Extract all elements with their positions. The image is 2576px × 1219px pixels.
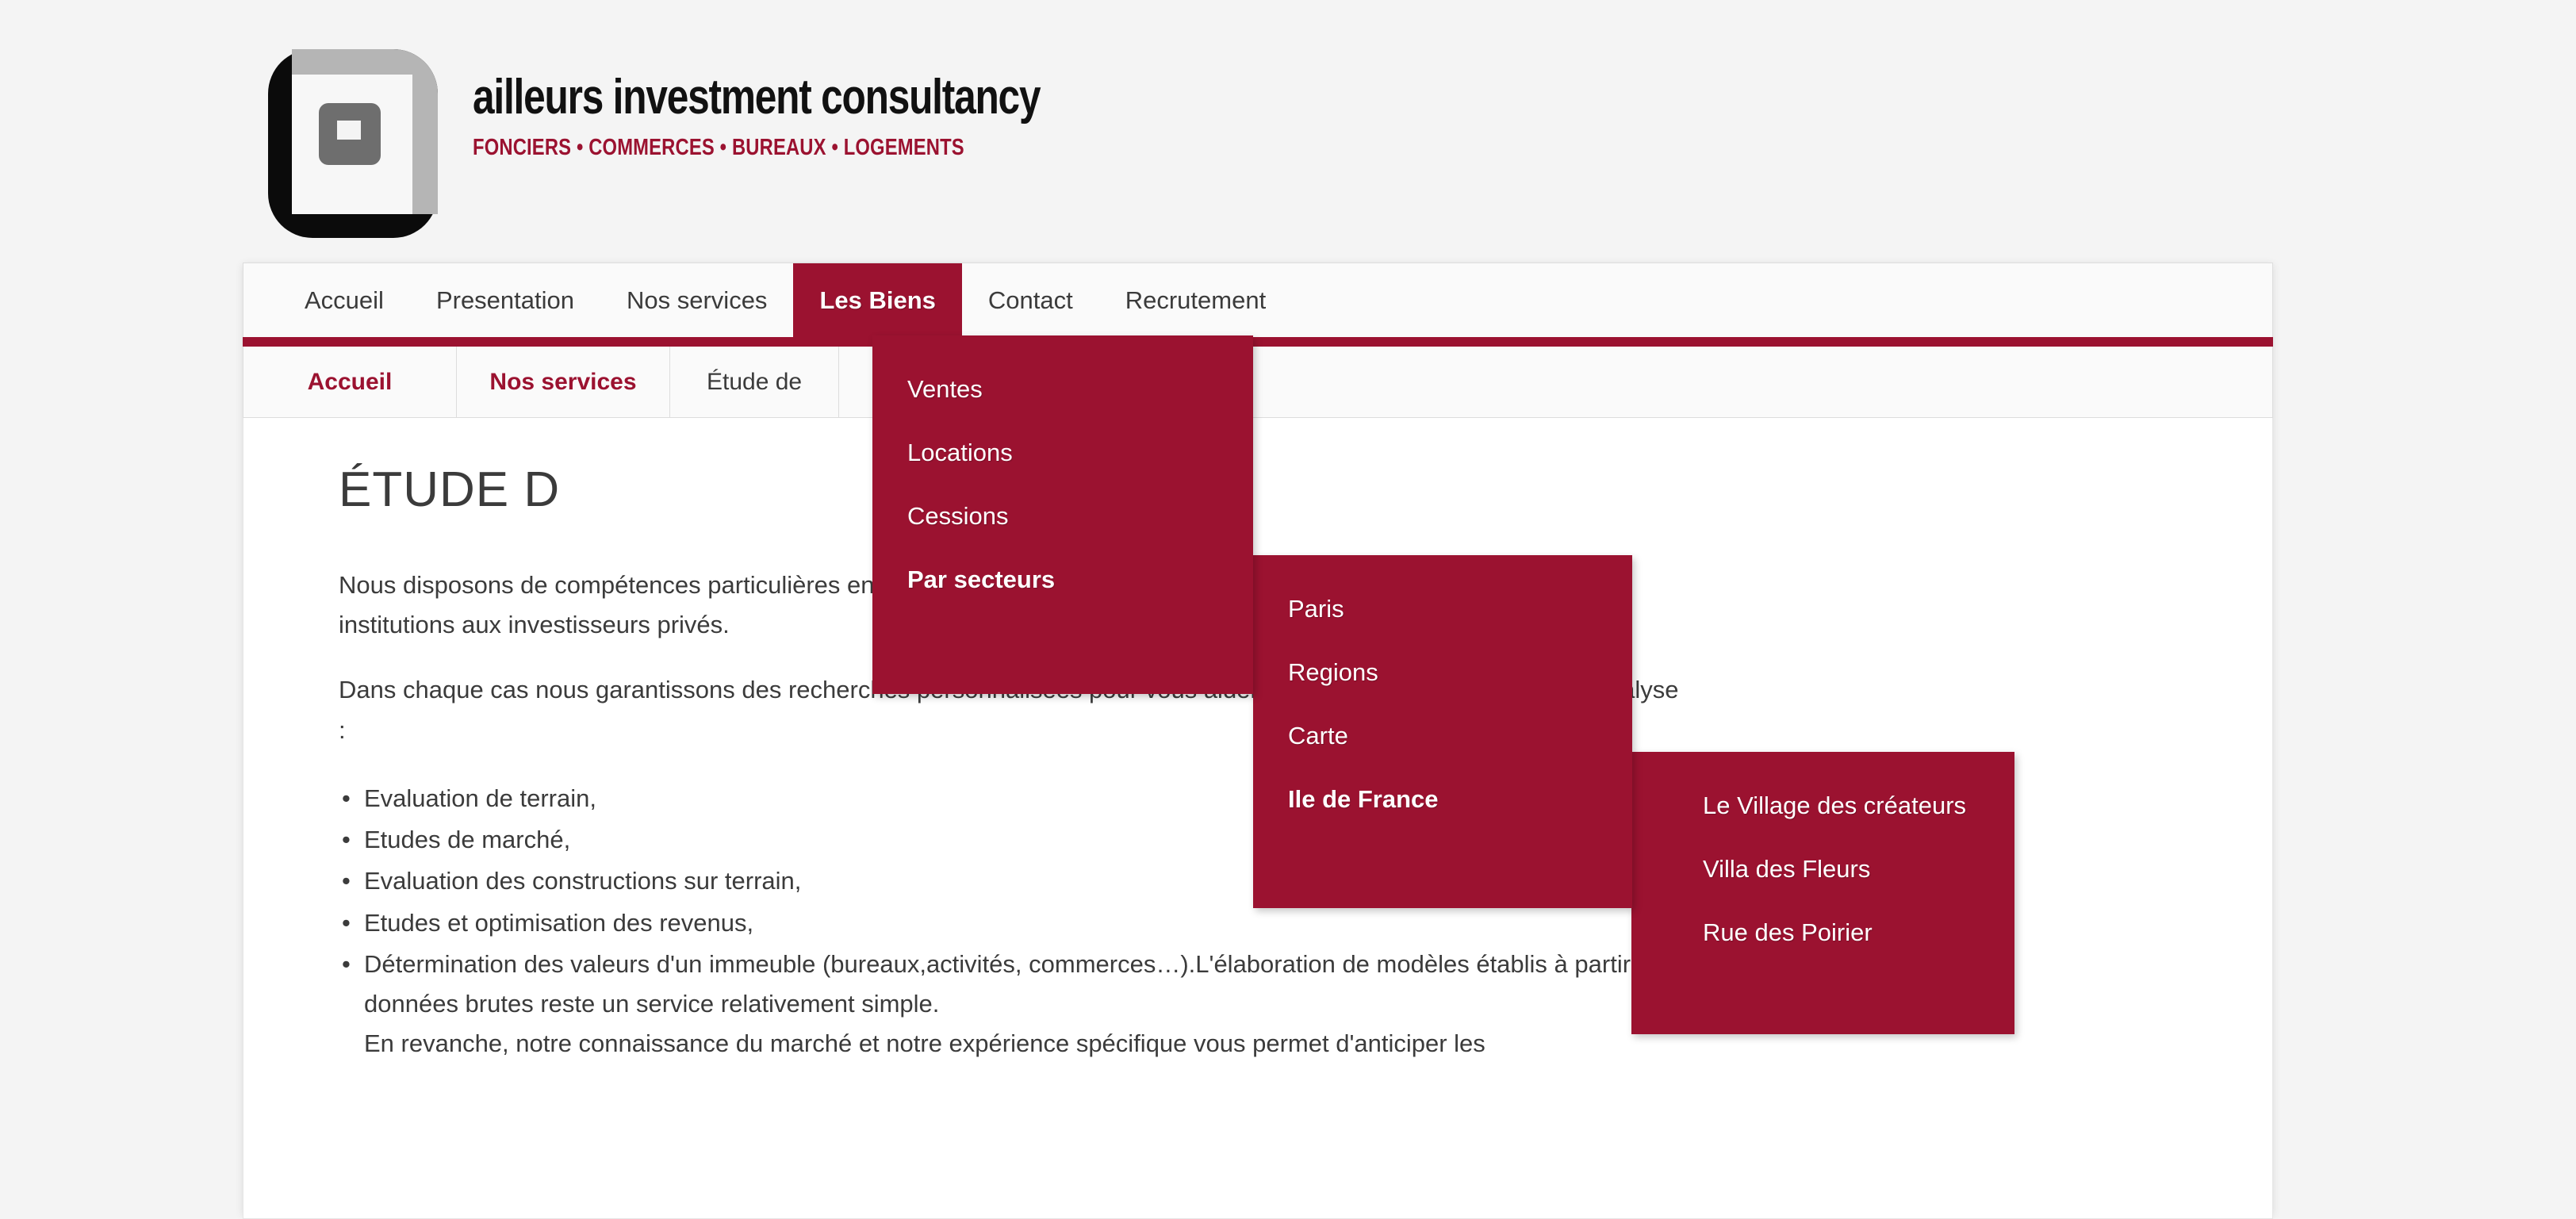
brand-name: ailleurs investment consultancy [473, 70, 1041, 125]
dropdown-item-cessions[interactable]: Cessions [872, 485, 1253, 548]
brand-text-block: ailleurs investment consultancy FONCIERS… [473, 73, 1345, 161]
nav-item-les-biens[interactable]: Les Biens [793, 263, 962, 337]
dropdown-item-ventes[interactable]: Ventes [872, 358, 1253, 421]
nav-item-recrutement[interactable]: Recrutement [1099, 263, 1292, 337]
logo-mark-icon [255, 40, 450, 242]
breadcrumb-item-current: Étude de [670, 347, 840, 417]
list-item-text: Evaluation de terrain, [364, 784, 596, 812]
list-item-text: Détermination des valeurs d'un immeuble … [364, 949, 1666, 1018]
dropdown-les-biens: Ventes Locations Cessions Par secteurs [872, 335, 1253, 694]
breadcrumb-item-nos-services[interactable]: Nos services [457, 347, 670, 417]
site-header: ailleurs investment consultancy FONCIERS… [243, 27, 1353, 241]
dropdown-item-carte[interactable]: Carte [1253, 704, 1632, 768]
dropdown-item-villa-des-fleurs[interactable]: Villa des Fleurs [1631, 838, 2014, 901]
breadcrumb: Accueil Nos services Étude de [243, 347, 2273, 418]
list-item-text: Etudes de marché, [364, 826, 571, 854]
page-title: ÉTUDE D [339, 462, 561, 517]
dropdown-item-par-secteurs[interactable]: Par secteurs [872, 548, 1253, 611]
primary-navigation: Accueil Presentation Nos services Les Bi… [243, 263, 2273, 337]
nav-item-accueil[interactable]: Accueil [278, 263, 410, 337]
list-item-text: Etudes et optimisation des revenus, [364, 908, 754, 937]
list-item-text: Evaluation des constructions sur terrain… [364, 867, 802, 895]
logo-core-white-shape [337, 121, 361, 140]
nav-item-nos-services[interactable]: Nos services [600, 263, 793, 337]
breadcrumb-item-accueil[interactable]: Accueil [243, 347, 457, 417]
dropdown-item-locations[interactable]: Locations [872, 421, 1253, 485]
dropdown-item-rue-des-poirier[interactable]: Rue des Poirier [1631, 901, 2014, 964]
list-item-subtext: En revanche, notre connaissance du march… [364, 1029, 1485, 1058]
nav-item-contact[interactable]: Contact [962, 263, 1099, 337]
dropdown-ile-de-france: Le Village des créateurs Villa des Fleur… [1631, 752, 2014, 1034]
list-item: Détermination des valeurs d'un immeuble … [339, 945, 1760, 1064]
dropdown-item-le-village-des-createurs[interactable]: Le Village des créateurs [1631, 774, 2014, 838]
dropdown-item-regions[interactable]: Regions [1253, 641, 1632, 704]
dropdown-item-paris[interactable]: Paris [1253, 577, 1632, 641]
nav-item-presentation[interactable]: Presentation [410, 263, 600, 337]
nav-accent-rule [243, 337, 2273, 347]
list-item: Etudes et optimisation des revenus, [339, 903, 1760, 943]
brand-tagline: FONCIERS • COMMERCES • BUREAUX • LOGEMEN… [473, 135, 964, 160]
dropdown-par-secteurs: Paris Regions Carte Ile de France [1253, 555, 1632, 908]
dropdown-item-ile-de-france[interactable]: Ile de France [1253, 768, 1632, 831]
